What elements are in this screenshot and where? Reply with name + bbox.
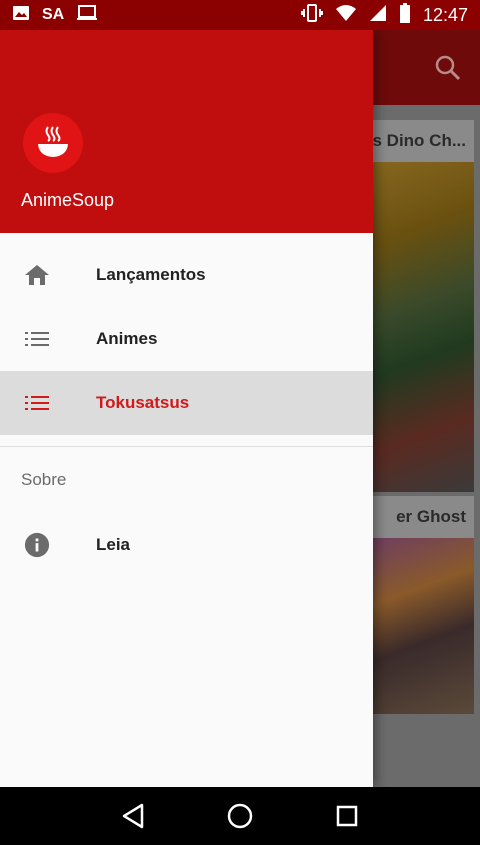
drawer-item-lancamentos[interactable]: Lançamentos [0,243,373,307]
image-icon [12,4,30,27]
battery-icon [399,2,411,28]
home-circle-icon[interactable] [225,801,255,831]
list-icon [24,326,50,352]
carrier-text: SA [42,6,65,23]
drawer-item-leia[interactable]: Leia [0,513,373,577]
drawer-header: AnimeSoup [0,30,373,233]
recents-icon[interactable] [332,801,362,831]
laptop-icon [76,4,98,27]
drawer-item-label: Animes [96,329,158,348]
wifi-icon [335,4,357,27]
drawer-item-label: Tokusatsus [96,393,190,412]
info-icon [24,532,50,558]
vibrate-icon [300,3,323,28]
drawer-menu: Lançamentos Animes Tokusatsus [0,233,373,435]
signal-icon [369,4,387,27]
clock: 12:47 [422,4,468,25]
drawer-item-tokusatsus[interactable]: Tokusatsus [0,371,373,435]
app-name: AnimeSoup [21,190,115,210]
back-icon[interactable] [118,801,148,831]
soup-bowl-icon [23,113,83,173]
drawer-item-label: Lançamentos [96,265,206,284]
home-icon [24,262,50,288]
navigation-drawer: AnimeSoup Lançamentos Animes Tokusatsus … [0,30,373,787]
status-bar: SA 12:47 [0,0,480,30]
section-title-sobre: Sobre [21,470,67,489]
list-icon [24,390,50,416]
system-nav-bar [0,787,480,845]
search-icon[interactable] [434,54,462,82]
drawer-item-animes[interactable]: Animes [0,307,373,371]
drawer-item-label: Leia [96,535,131,554]
